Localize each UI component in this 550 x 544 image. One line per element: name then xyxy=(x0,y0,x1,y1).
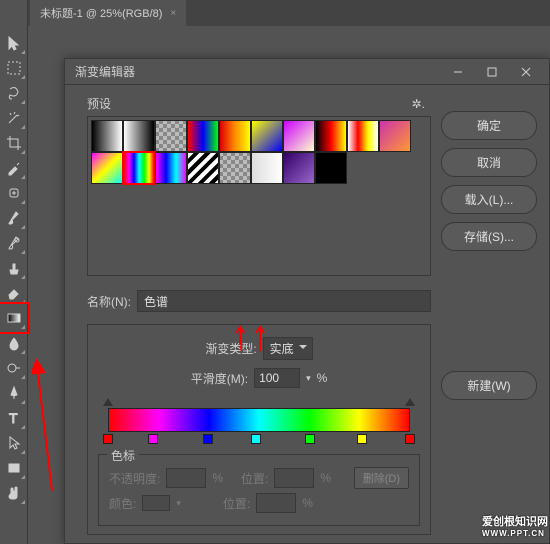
preset-swatch[interactable] xyxy=(315,152,347,184)
preset-swatch[interactable] xyxy=(187,152,219,184)
ok-button[interactable]: 确定 xyxy=(441,111,537,140)
position-label: 位置: xyxy=(223,495,250,512)
crop-tool[interactable] xyxy=(2,131,26,155)
position-input xyxy=(274,468,314,488)
gradient-preview[interactable] xyxy=(108,408,410,432)
tab-title: 未标题-1 @ 25%(RGB/8) xyxy=(40,5,162,21)
cancel-button[interactable]: 取消 xyxy=(441,148,537,177)
minimize-button[interactable] xyxy=(441,62,475,82)
smooth-label: 平滑度(M): xyxy=(191,370,248,387)
close-icon[interactable]: × xyxy=(170,8,176,19)
color-chip xyxy=(142,495,170,511)
color-stop[interactable] xyxy=(305,434,315,444)
color-stop[interactable] xyxy=(148,434,158,444)
clone-stamp-tool[interactable] xyxy=(2,256,26,280)
watermark: 爱创根知识网 WWW.PPT.CN xyxy=(482,513,548,538)
preset-swatch[interactable] xyxy=(91,120,123,152)
presets-label: 预设 xyxy=(87,95,111,112)
dialog-title: 渐变编辑器 xyxy=(71,63,441,80)
preset-swatch[interactable] xyxy=(347,120,379,152)
preset-swatch[interactable] xyxy=(379,120,411,152)
gradient-editor-dialog: 渐变编辑器 预设 ✲. 名称(N): 渐变类型: xyxy=(64,58,550,544)
preset-swatch[interactable] xyxy=(251,152,283,184)
type-select[interactable]: 实底 xyxy=(263,337,313,360)
svg-text:T: T xyxy=(9,410,18,426)
opacity-stop[interactable] xyxy=(103,396,113,406)
preset-swatch[interactable] xyxy=(315,120,347,152)
gradient-settings: 渐变类型: 实底 平滑度(M): ▾ % xyxy=(87,324,431,535)
preset-swatch[interactable] xyxy=(283,120,315,152)
maximize-button[interactable] xyxy=(475,62,509,82)
annotation-arrow xyxy=(32,356,62,496)
magic-wand-tool[interactable] xyxy=(2,106,26,130)
preset-swatch[interactable] xyxy=(219,120,251,152)
preset-swatch[interactable] xyxy=(155,120,187,152)
eraser-tool[interactable] xyxy=(2,281,26,305)
healing-brush-tool[interactable] xyxy=(2,181,26,205)
percent-label: % xyxy=(317,371,328,385)
preset-swatch[interactable] xyxy=(283,152,315,184)
load-button[interactable]: 载入(L)... xyxy=(441,185,537,214)
brush-tool[interactable] xyxy=(2,206,26,230)
hand-tool[interactable] xyxy=(2,481,26,505)
blur-tool[interactable] xyxy=(2,331,26,355)
gear-icon[interactable]: ✲. xyxy=(412,97,425,111)
eyedropper-tool[interactable] xyxy=(2,156,26,180)
name-input[interactable] xyxy=(137,290,431,312)
path-selection-tool[interactable] xyxy=(2,431,26,455)
rectangle-tool[interactable] xyxy=(2,456,26,480)
color-stop[interactable] xyxy=(357,434,367,444)
dialog-titlebar[interactable]: 渐变编辑器 xyxy=(65,59,549,85)
opacity-label: 不透明度: xyxy=(109,470,160,487)
name-label: 名称(N): xyxy=(87,293,131,310)
color-stop[interactable] xyxy=(103,434,113,444)
stops-label: 色标 xyxy=(107,447,139,464)
smooth-input[interactable] xyxy=(254,368,300,388)
move-tool[interactable] xyxy=(2,31,26,55)
color-position-input xyxy=(256,493,296,513)
preset-swatch[interactable] xyxy=(187,120,219,152)
history-brush-tool[interactable] xyxy=(2,231,26,255)
tools-panel: T xyxy=(0,0,28,544)
color-stop[interactable] xyxy=(203,434,213,444)
document-tab[interactable]: 未标题-1 @ 25%(RGB/8) × xyxy=(30,0,186,26)
preset-swatch[interactable] xyxy=(91,152,123,184)
save-button[interactable]: 存储(S)... xyxy=(441,222,537,251)
preset-swatch[interactable] xyxy=(123,152,155,184)
type-label: 渐变类型: xyxy=(205,340,256,357)
new-button[interactable]: 新建(W) xyxy=(441,371,537,400)
preset-swatch[interactable] xyxy=(123,120,155,152)
close-button[interactable] xyxy=(509,62,543,82)
gradient-bar-editor[interactable] xyxy=(98,396,420,444)
preset-swatch[interactable] xyxy=(219,152,251,184)
color-stop[interactable] xyxy=(405,434,415,444)
document-tab-bar: 未标题-1 @ 25%(RGB/8) × xyxy=(0,0,550,26)
marquee-tool[interactable] xyxy=(2,56,26,80)
pen-tool[interactable] xyxy=(2,381,26,405)
color-label: 颜色: xyxy=(109,495,136,512)
dodge-tool[interactable] xyxy=(2,356,26,380)
opacity-stop[interactable] xyxy=(405,396,415,406)
presets-box xyxy=(87,116,431,276)
gradient-tool[interactable] xyxy=(2,306,26,330)
color-stop[interactable] xyxy=(251,434,261,444)
lasso-tool[interactable] xyxy=(2,81,26,105)
preset-swatch[interactable] xyxy=(155,152,187,184)
preset-swatch[interactable] xyxy=(251,120,283,152)
delete-button: 删除(D) xyxy=(354,467,409,489)
type-tool[interactable]: T xyxy=(2,406,26,430)
opacity-input xyxy=(166,468,206,488)
position-label: 位置: xyxy=(241,470,268,487)
